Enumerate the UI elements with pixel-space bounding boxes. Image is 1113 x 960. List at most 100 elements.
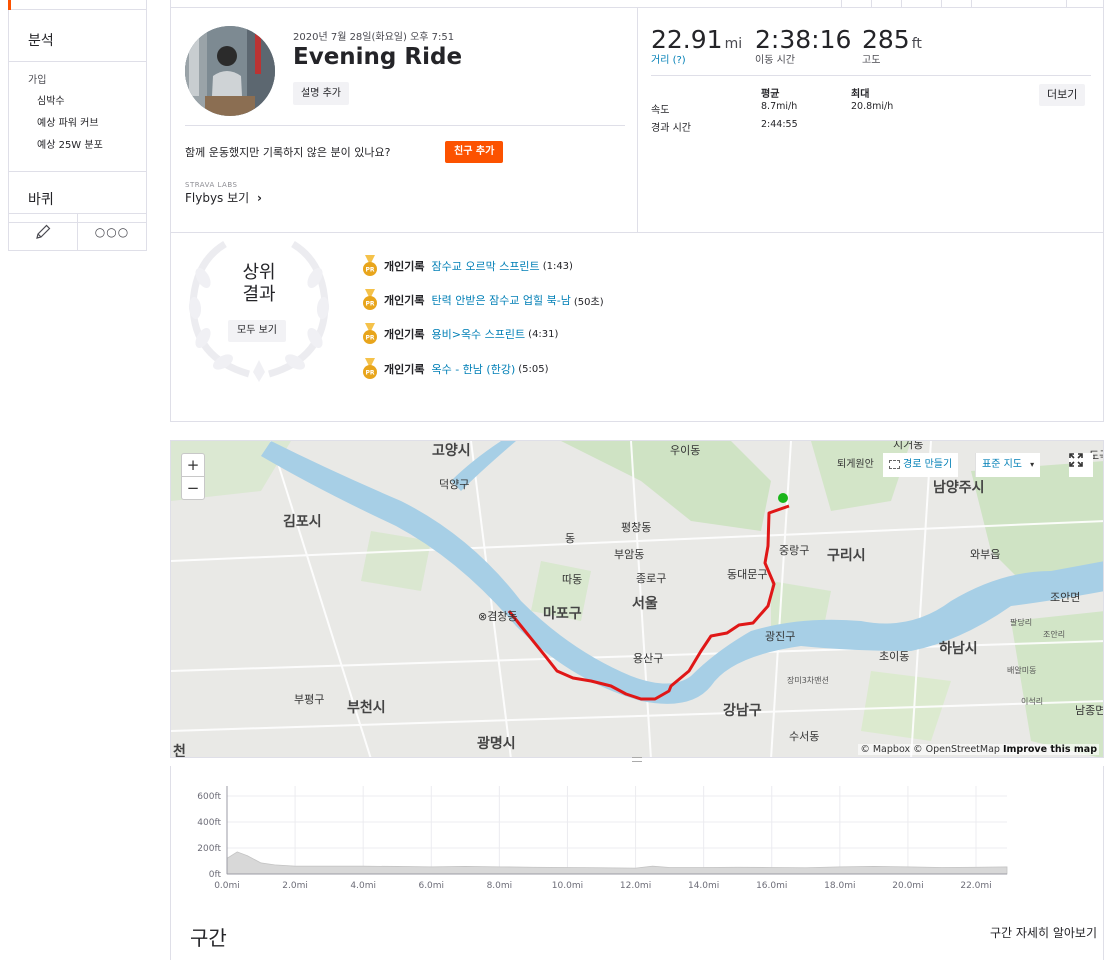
top-results-line2: 결과 <box>242 284 276 305</box>
pencil-icon <box>36 224 51 239</box>
top-tabs-strip <box>171 0 1103 8</box>
map-label: 초이동 <box>879 650 910 663</box>
avatar-photo <box>185 26 275 116</box>
elevation-unit: ft <box>911 36 922 52</box>
map-label: 배알미동 <box>1007 666 1037 675</box>
pr-medal-icon: PR <box>363 323 377 344</box>
map-label: 와부읍 <box>970 548 1001 561</box>
improve-map-link[interactable]: Improve this map <box>1003 744 1097 755</box>
list-item: PR 개인기록 옥수 - 한남 (한강) (5:05) <box>363 358 549 380</box>
map-label: 김포시 <box>283 514 322 530</box>
map-label: 부평구 <box>294 693 325 706</box>
x-tick-label: 22.0mi <box>960 881 991 891</box>
sidebar-top-item[interactable] <box>9 0 146 10</box>
top-tab[interactable] <box>871 0 901 7</box>
sidebar-join-label[interactable]: 가입 <box>9 62 146 91</box>
map-label: 광진구 <box>765 630 796 643</box>
top-tab[interactable] <box>841 0 871 7</box>
mapbox-attribution-link[interactable]: © Mapbox <box>860 744 910 755</box>
y-tick-label: 400ft <box>197 818 221 828</box>
x-tick-label: 12.0mi <box>620 881 651 891</box>
route-map[interactable]: 고양시 우이동 남양주시 덕양구 김포시 평창동 부암동 종로구 동대문구 중랑… <box>170 440 1104 758</box>
route-builder-button[interactable]: 경로 만들기 <box>883 453 959 477</box>
x-tick-label: 6.0mi <box>418 881 444 891</box>
pr-time: (5:05) <box>518 363 549 375</box>
pr-medal-icon: PR <box>363 289 377 310</box>
add-friend-button[interactable]: 친구 추가 <box>445 141 504 163</box>
segments-learn-more-link[interactable]: 구간 자세히 알아보기 <box>990 924 1097 941</box>
chevron-down-icon: ▾ <box>1030 460 1035 469</box>
top-tab[interactable] <box>901 0 941 7</box>
sidebar-item-power-curve[interactable]: 예상 파워 커브 <box>9 113 146 135</box>
pr-label: 개인기록 <box>384 294 425 307</box>
x-tick-label: 14.0mi <box>688 881 719 891</box>
distance-unit: mi <box>724 36 743 52</box>
segments-title: 구간 <box>190 926 227 950</box>
segment-link[interactable]: 옥수 - 한남 (한강) <box>431 361 515 377</box>
add-description-button[interactable]: 설명 추가 <box>293 82 349 105</box>
top-results-line1: 상위 <box>242 262 276 283</box>
segment-link[interactable]: 잠수교 오르막 스프린트 <box>431 258 539 274</box>
x-tick-label: 4.0mi <box>350 881 376 891</box>
pr-time: (4:31) <box>528 328 559 340</box>
map-label: 남종면 <box>1075 704 1104 717</box>
activity-header: 2020년 7월 28일(화요일) 오후 7:51 Evening Ride 설… <box>171 8 638 232</box>
top-tab[interactable] <box>971 0 1001 7</box>
map-label: 천 <box>173 744 186 758</box>
map-resize-handle[interactable] <box>632 757 642 762</box>
distance-value: 22.91 <box>651 25 723 54</box>
zoom-control: + − <box>181 453 205 500</box>
fullscreen-button[interactable] <box>1069 453 1093 477</box>
elevation-chart-section: 600ft 400ft 200ft 0ft 0.0mi 2.0mi 4.0mi 6.0mi 8.… <box>170 766 1104 960</box>
map-style-select[interactable]: 표준 지도 ▾ <box>975 453 1041 477</box>
zoom-in-button[interactable]: + <box>182 454 204 477</box>
sidebar-item-heart-rate[interactable]: 심박수 <box>9 91 146 113</box>
osm-attribution-link[interactable]: © OpenStreetMap <box>913 744 1000 755</box>
x-tick-label: 8.0mi <box>487 881 513 891</box>
map-label: 부천시 <box>347 700 386 716</box>
map-label: 조안면 <box>1050 591 1081 604</box>
pr-time: (50초) <box>573 296 604 308</box>
see-all-button[interactable]: 모두 보기 <box>228 320 286 342</box>
laurel-icon <box>188 240 330 382</box>
divider <box>171 232 1103 233</box>
table-head-avg: 평균 <box>761 89 780 100</box>
elapsed-avg: 2:44:55 <box>761 119 798 130</box>
sidebar-item-analysis[interactable]: 분석 <box>9 10 146 62</box>
strava-labs-label: STRAVA LABS <box>185 181 238 189</box>
top-results-title: 상위 결과 <box>185 262 333 306</box>
zoom-out-button[interactable]: − <box>182 477 204 500</box>
map-label: 우이동 <box>670 444 701 457</box>
activity-date: 2020년 7월 28일(화요일) 오후 7:51 <box>293 32 455 43</box>
segment-link[interactable]: 용비>옥수 스프린트 <box>431 326 525 342</box>
top-tab[interactable] <box>941 0 971 7</box>
more-button[interactable]: 더보기 <box>1039 84 1086 106</box>
svg-text:PR: PR <box>365 335 374 342</box>
sidebar: 분석 가입 심박수 예상 파워 커브 예상 25W 분포 바퀴 ○○○ <box>8 0 147 251</box>
avatar[interactable] <box>185 26 275 116</box>
sidebar-card: 분석 가입 심박수 예상 파워 커브 예상 25W 분포 바퀴 <box>8 0 147 223</box>
more-actions-button[interactable]: ○○○ <box>78 214 146 250</box>
map-label: 서울 <box>632 596 658 612</box>
map-partial-control[interactable]: 퇴게원안 <box>835 453 876 477</box>
stat-moving-time: 2:38:16 이동 시간 <box>755 25 851 66</box>
svg-text:PR: PR <box>365 267 374 274</box>
activity-summary-card: 2020년 7월 28일(화요일) 오후 7:51 Evening Ride 설… <box>170 0 1104 422</box>
map-label: 평창동 <box>621 521 652 534</box>
top-tab[interactable] <box>1066 0 1103 7</box>
x-tick-label: 10.0mi <box>552 881 583 891</box>
flybys-link[interactable]: Flybys 보기 › <box>185 189 262 206</box>
flybys-label: Flybys 보기 <box>185 191 250 205</box>
map-label: 수서동 <box>789 730 820 743</box>
map-label: 팔당리 <box>1010 618 1033 627</box>
divider <box>651 75 1091 76</box>
x-tick-label: 16.0mi <box>756 881 787 891</box>
sidebar-item-power-distribution[interactable]: 예상 25W 분포 <box>9 135 146 157</box>
pr-label: 개인기록 <box>384 363 425 376</box>
list-item: PR 개인기록 용비>옥수 스프린트 (4:31) <box>363 323 558 345</box>
segment-link[interactable]: 탄력 안받은 잠수교 업힐 북-남 <box>431 292 570 308</box>
edit-button[interactable] <box>9 214 78 250</box>
list-item: PR 개인기록 잠수교 오르막 스프린트 (1:43) <box>363 255 573 277</box>
table-head-max: 최대 <box>851 89 870 100</box>
y-tick-label: 0ft <box>209 870 222 880</box>
